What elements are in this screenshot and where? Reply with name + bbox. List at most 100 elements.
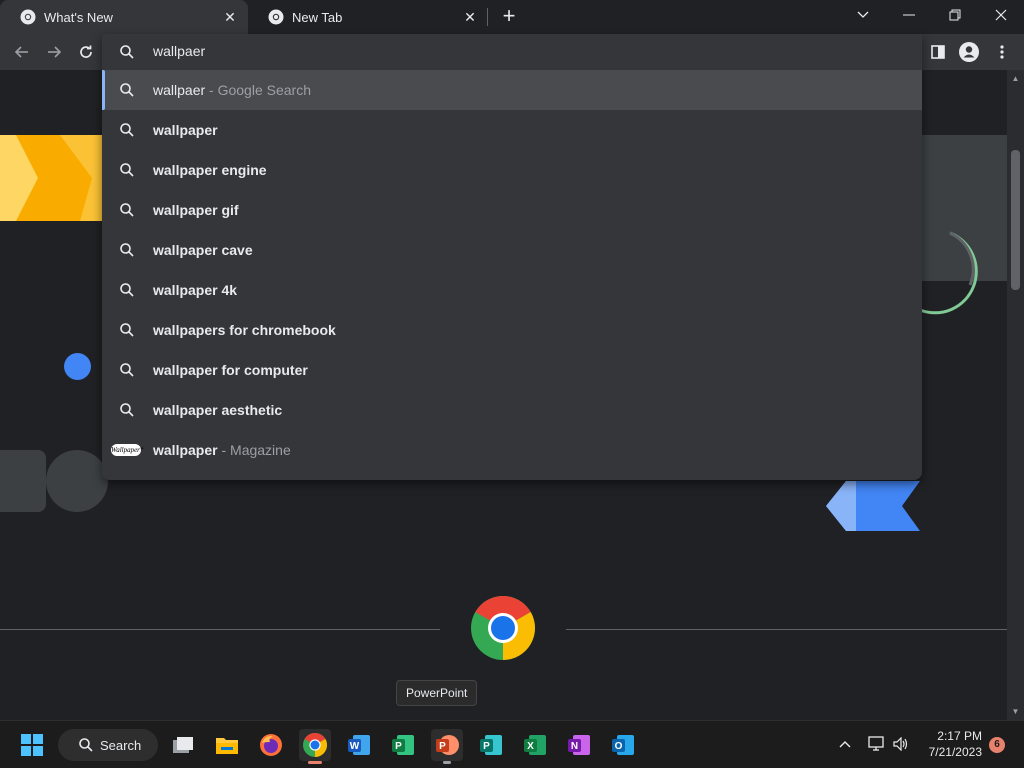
suggestion-text: wallpaper 4k bbox=[153, 282, 237, 298]
firefox-button[interactable] bbox=[255, 729, 287, 761]
suggestion-text: wallpapers for chromebook bbox=[153, 322, 336, 338]
tab-search-button[interactable] bbox=[840, 0, 886, 30]
suggestion-text: wallpaper for computer bbox=[153, 362, 308, 378]
outlook-button[interactable]: O bbox=[607, 729, 639, 761]
notification-badge[interactable]: 6 bbox=[989, 737, 1005, 753]
restore-icon bbox=[949, 9, 961, 21]
volume-button[interactable] bbox=[892, 735, 910, 753]
search-icon bbox=[120, 363, 134, 377]
scrollbar-thumb[interactable] bbox=[1011, 150, 1020, 290]
close-icon bbox=[995, 9, 1007, 21]
suggestion-text: wallpaper - Magazine bbox=[153, 442, 291, 458]
suggestion-text: wallpaper cave bbox=[153, 242, 253, 258]
forward-arrow-icon bbox=[48, 46, 62, 58]
forward-button[interactable] bbox=[42, 40, 66, 64]
outlook-icon: O bbox=[612, 735, 634, 755]
powerpoint-button[interactable]: P bbox=[431, 729, 463, 764]
show-hidden-icons-button[interactable] bbox=[836, 735, 854, 753]
svg-text:W: W bbox=[350, 741, 360, 752]
firefox-icon bbox=[260, 734, 282, 756]
menu-button[interactable] bbox=[990, 40, 1014, 64]
suggestion-dim-text: - Magazine bbox=[217, 442, 291, 458]
suggestion-bold-text: wallpaper gif bbox=[153, 202, 239, 218]
task-view-button[interactable] bbox=[167, 729, 199, 761]
taskbar-search[interactable]: Search bbox=[58, 729, 158, 761]
profile-button[interactable] bbox=[957, 40, 981, 64]
search-icon bbox=[120, 45, 134, 59]
excel-button[interactable]: X bbox=[519, 729, 551, 761]
clock-date: 7/21/2023 bbox=[928, 745, 982, 759]
suggestion-bold-text: wallpaper 4k bbox=[153, 282, 238, 298]
side-panel-button[interactable] bbox=[926, 40, 950, 64]
minimize-button[interactable] bbox=[886, 0, 932, 30]
tab-title: New Tab bbox=[292, 9, 343, 25]
search-icon bbox=[120, 323, 134, 337]
chrome-taskbar-button[interactable] bbox=[299, 729, 331, 764]
suggestion-row[interactable]: wallpaper 4k bbox=[102, 270, 922, 310]
restore-button[interactable] bbox=[932, 0, 978, 30]
close-tab-icon[interactable]: ✕ bbox=[462, 9, 478, 25]
suggestion-bold-text: wallpaper bbox=[153, 442, 218, 458]
word-button[interactable]: W bbox=[343, 729, 375, 761]
scroll-down-icon[interactable]: ▼ bbox=[1011, 707, 1020, 716]
tab-whats-new[interactable]: What's New ✕ bbox=[0, 0, 248, 34]
omnibox-dropdown: wallpaer - Google Searchwallpaperwallpap… bbox=[102, 34, 922, 480]
blue-dot-decor bbox=[64, 353, 91, 380]
svg-text:P: P bbox=[439, 741, 446, 752]
suggestion-row[interactable]: wallpaper for computer bbox=[102, 350, 922, 390]
chevron-up-icon bbox=[839, 741, 851, 748]
suggestion-dim-text: - Google Search bbox=[205, 82, 311, 98]
reload-button[interactable] bbox=[74, 40, 98, 64]
taskbar-search-label: Search bbox=[100, 737, 142, 753]
suggestion-row[interactable]: Wallpaper* wallpaper - Magazine bbox=[102, 430, 922, 470]
search-icon bbox=[120, 403, 134, 417]
suggestion-bold-text: wallpaper cave bbox=[153, 242, 253, 258]
suggestion-row[interactable]: wallpaper engine bbox=[102, 150, 922, 190]
tab-new-tab[interactable]: New Tab ✕ bbox=[248, 0, 488, 34]
address-input[interactable] bbox=[153, 43, 853, 59]
selection-indicator bbox=[102, 70, 105, 110]
active-app-indicator bbox=[308, 761, 322, 764]
address-bar[interactable] bbox=[102, 34, 922, 70]
file-explorer-button[interactable] bbox=[211, 729, 243, 761]
folder-icon bbox=[216, 738, 238, 754]
screen: What's New ✕ New Tab ✕ + ▲ ▼ wallpaer wa… bbox=[0, 0, 1024, 768]
back-arrow-icon bbox=[14, 46, 28, 58]
svg-text:N: N bbox=[571, 741, 578, 752]
project-button[interactable]: P bbox=[387, 729, 419, 761]
powerpoint-icon: P bbox=[436, 735, 459, 755]
start-button[interactable] bbox=[16, 729, 48, 761]
svg-text:P: P bbox=[483, 741, 490, 752]
reload-icon bbox=[80, 45, 92, 58]
back-button[interactable] bbox=[10, 40, 34, 64]
suggestion-row[interactable]: wallpaper aesthetic bbox=[102, 390, 922, 430]
publisher-button[interactable]: P bbox=[475, 729, 507, 761]
suggestion-row[interactable]: wallpaper bbox=[102, 110, 922, 150]
onenote-icon: N bbox=[568, 735, 590, 755]
suggestion-row[interactable]: wallpapers for chromebook bbox=[102, 310, 922, 350]
network-icon bbox=[868, 736, 884, 751]
speaker-icon bbox=[893, 737, 908, 751]
chrome-favicon-icon bbox=[268, 9, 284, 25]
clock[interactable]: 2:17 PM 7/21/2023 bbox=[929, 728, 982, 760]
close-tab-icon[interactable]: ✕ bbox=[222, 9, 238, 25]
page-scrollbar[interactable]: ▲ ▼ bbox=[1007, 70, 1024, 720]
more-vertical-icon bbox=[1000, 45, 1004, 59]
tab-title: What's New bbox=[44, 9, 113, 25]
network-button[interactable] bbox=[868, 735, 886, 753]
chrome-logo-icon bbox=[471, 596, 535, 660]
publisher-icon: P bbox=[480, 735, 502, 755]
suggestion-bold-text: wallpapers for chromebook bbox=[153, 322, 336, 338]
new-tab-button[interactable]: + bbox=[498, 5, 520, 27]
suggestion-row[interactable]: wallpaer - Google Search bbox=[102, 70, 922, 110]
search-icon bbox=[120, 163, 134, 177]
chevron-down-icon bbox=[857, 11, 869, 18]
taskbar: Search W P P P X N O 2:17 PM 7/21/2023 6 bbox=[0, 720, 1024, 768]
suggestion-text: wallpaper bbox=[153, 122, 218, 138]
suggestion-row[interactable]: wallpaper gif bbox=[102, 190, 922, 230]
scroll-up-icon[interactable]: ▲ bbox=[1011, 74, 1020, 83]
close-window-button[interactable] bbox=[978, 0, 1024, 30]
profile-avatar-icon bbox=[959, 42, 979, 62]
suggestion-row[interactable]: wallpaper cave bbox=[102, 230, 922, 270]
onenote-button[interactable]: N bbox=[563, 729, 595, 761]
